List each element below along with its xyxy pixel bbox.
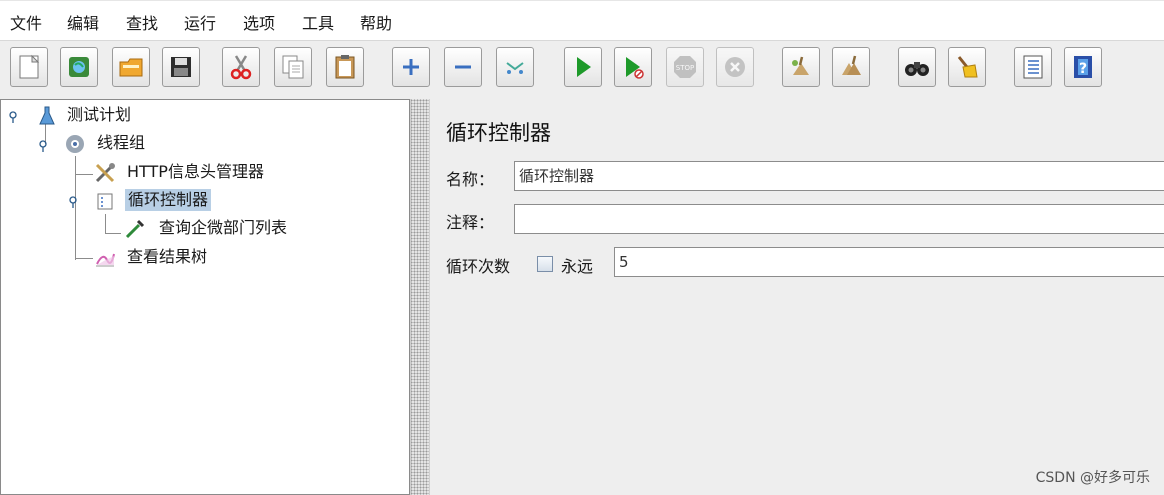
- new-button[interactable]: [10, 47, 48, 87]
- name-field[interactable]: 循环控制器: [514, 161, 1164, 191]
- help-icon: ?: [1074, 56, 1092, 78]
- name-label: 名称：: [446, 170, 495, 189]
- tree-connector: [105, 233, 121, 234]
- tree-connector: [75, 156, 76, 260]
- clear-all-button[interactable]: [832, 47, 870, 87]
- tree-node-results-tree[interactable]: 查看结果树: [127, 246, 207, 268]
- open-icon: [119, 58, 143, 77]
- clear-button[interactable]: [782, 47, 820, 87]
- function-helper-icon: [1023, 55, 1043, 79]
- stop-icon: STOP: [674, 56, 696, 78]
- panel-splitter[interactable]: [410, 99, 430, 495]
- tree-connector: [75, 174, 93, 175]
- toggle-icon: [506, 62, 524, 74]
- tree-node-header-manager[interactable]: HTTP信息头管理器: [127, 161, 264, 183]
- shutdown-button[interactable]: [716, 47, 754, 87]
- expand-toggle-icon[interactable]: [39, 140, 51, 152]
- test-plan-icon: [39, 106, 55, 125]
- copy-icon: [282, 55, 304, 79]
- forever-label: 永远: [561, 257, 594, 276]
- results-tree-icon: [96, 253, 115, 267]
- svg-text:?: ?: [1079, 61, 1087, 77]
- start-button[interactable]: [564, 47, 602, 87]
- search-icon: [905, 62, 929, 76]
- paste-icon: [335, 55, 355, 79]
- save-icon: [171, 57, 191, 77]
- open-button[interactable]: [112, 47, 150, 87]
- templates-icon: [69, 57, 89, 77]
- loop-count-field[interactable]: 5: [614, 247, 1164, 277]
- loop-count-label: 循环次数: [446, 257, 511, 276]
- new-icon: [19, 54, 40, 79]
- expand-all-button[interactable]: [392, 47, 430, 87]
- start-icon: [577, 57, 591, 77]
- menu-edit[interactable]: 编辑: [67, 10, 99, 34]
- thread-group-icon: [66, 135, 84, 153]
- menu-bar: 文件 编辑 查找 运行 选项 工具 帮助: [0, 0, 1164, 41]
- loop-controller-panel: 循环控制器 名称： 循环控制器 注释： 循环次数 永远 5 CSDN @好多可乐: [430, 99, 1164, 495]
- tree-connector: [105, 214, 106, 234]
- collapse-all-button[interactable]: [444, 47, 482, 87]
- watermark: CSDN @好多可乐: [1035, 470, 1150, 486]
- start-no-pauses-button[interactable]: [614, 47, 652, 87]
- help-button[interactable]: ?: [1064, 47, 1102, 87]
- test-plan-tree[interactable]: 测试计划 线程组 HTTP信息头管理器 循环控制器 查询企微部门列表 查看结果树: [0, 99, 410, 495]
- panel-title: 循环控制器: [446, 121, 551, 145]
- menu-help[interactable]: 帮助: [360, 10, 392, 34]
- menu-search[interactable]: 查找: [126, 10, 158, 34]
- clear-all-icon: [842, 55, 861, 75]
- copy-button[interactable]: [274, 47, 312, 87]
- menu-tools[interactable]: 工具: [302, 10, 334, 34]
- menu-file[interactable]: 文件: [10, 10, 42, 34]
- http-sampler-icon: [125, 219, 145, 239]
- paste-button[interactable]: [326, 47, 364, 87]
- shutdown-icon: [725, 57, 745, 77]
- reset-search-button[interactable]: [948, 47, 986, 87]
- forever-checkbox[interactable]: [537, 256, 553, 272]
- header-manager-icon: [95, 163, 115, 183]
- loop-controller-icon: [97, 193, 113, 210]
- start-no-timers-icon: [626, 57, 644, 79]
- collapse-icon: [455, 65, 471, 69]
- comment-field[interactable]: [514, 204, 1164, 234]
- menu-run[interactable]: 运行: [184, 10, 216, 34]
- tree-node-loop-controller[interactable]: 循环控制器: [125, 189, 212, 211]
- templates-button[interactable]: [60, 47, 98, 87]
- svg-text:STOP: STOP: [676, 64, 694, 72]
- expand-icon: [403, 59, 419, 75]
- comment-label: 注释：: [446, 213, 495, 232]
- expand-toggle-icon[interactable]: [69, 196, 81, 208]
- toggle-button[interactable]: [496, 47, 534, 87]
- menu-options[interactable]: 选项: [243, 10, 275, 34]
- tree-node-thread-group[interactable]: 线程组: [97, 132, 145, 154]
- search-button[interactable]: [898, 47, 936, 87]
- reset-search-icon: [957, 56, 978, 78]
- stop-button[interactable]: STOP: [666, 47, 704, 87]
- function-helper-button[interactable]: [1014, 47, 1052, 87]
- expand-toggle-icon[interactable]: [9, 111, 21, 123]
- toolbar: STOP ?: [0, 40, 1164, 100]
- tree-connector: [75, 258, 93, 259]
- tree-node-http-sampler[interactable]: 查询企微部门列表: [159, 217, 287, 239]
- save-button[interactable]: [162, 47, 200, 87]
- cut-button[interactable]: [222, 47, 260, 87]
- tree-node-test-plan[interactable]: 测试计划: [67, 104, 131, 126]
- clear-icon: [792, 56, 809, 75]
- cut-icon: [230, 55, 252, 80]
